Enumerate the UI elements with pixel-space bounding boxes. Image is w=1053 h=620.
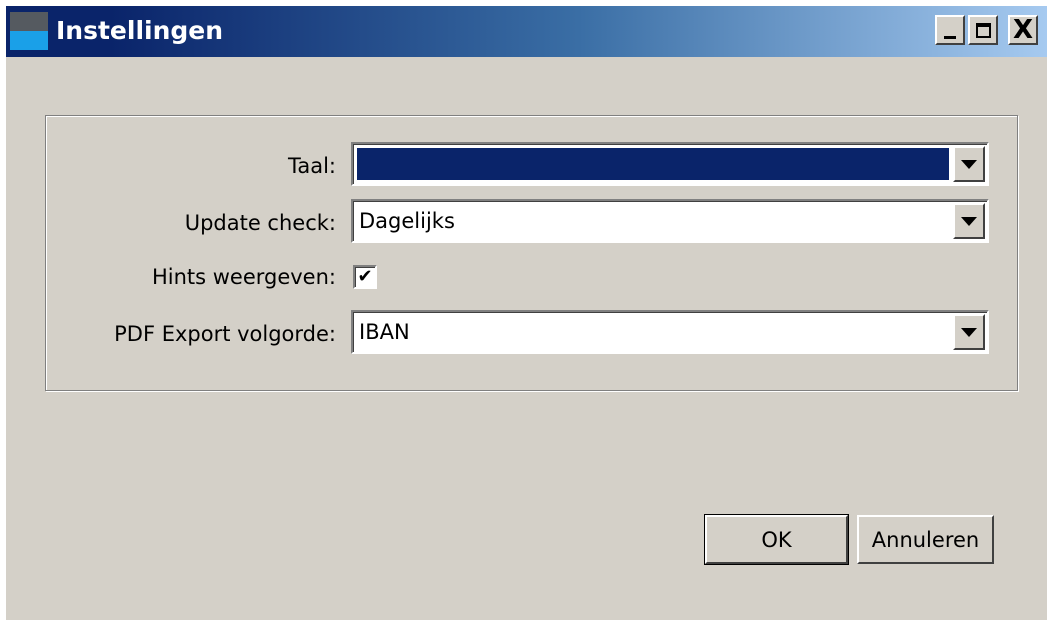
pdf-export-value: IBAN [359, 320, 410, 344]
close-button[interactable]: X [1008, 15, 1038, 45]
cancel-button[interactable]: Annuleren [857, 515, 994, 564]
pdf-export-dropdown-button[interactable] [953, 314, 985, 350]
update-check-dropdown-button[interactable] [953, 203, 985, 239]
hints-checkbox[interactable]: ✔ [353, 265, 377, 289]
maximize-icon [975, 22, 991, 38]
settings-window: Instellingen X Taal: Update check: Dagel… [6, 6, 1047, 620]
hints-label: Hints weergeven: [151, 265, 336, 289]
update-check-combobox[interactable]: Dagelijks [351, 199, 989, 243]
minimize-icon [944, 35, 956, 39]
close-icon: X [1012, 15, 1034, 45]
update-check-value: Dagelijks [359, 209, 455, 233]
app-icon [10, 12, 48, 50]
chevron-down-icon [961, 159, 977, 169]
checkmark-icon: ✔ [357, 266, 373, 287]
title-bar[interactable]: Instellingen X [6, 6, 1047, 57]
language-label: Taal: [288, 154, 336, 178]
chevron-down-icon [961, 216, 977, 226]
window-title: Instellingen [56, 16, 224, 45]
pdf-export-label: PDF Export volgorde: [114, 322, 336, 346]
language-combobox[interactable] [351, 142, 989, 186]
chevron-down-icon [961, 327, 977, 337]
update-check-label: Update check: [184, 211, 336, 235]
minimize-button[interactable] [935, 15, 965, 45]
pdf-export-combobox[interactable]: IBAN [351, 310, 989, 354]
ok-button[interactable]: OK [704, 514, 849, 565]
language-value [357, 148, 949, 180]
maximize-button[interactable] [968, 15, 998, 45]
language-dropdown-button[interactable] [953, 146, 985, 182]
